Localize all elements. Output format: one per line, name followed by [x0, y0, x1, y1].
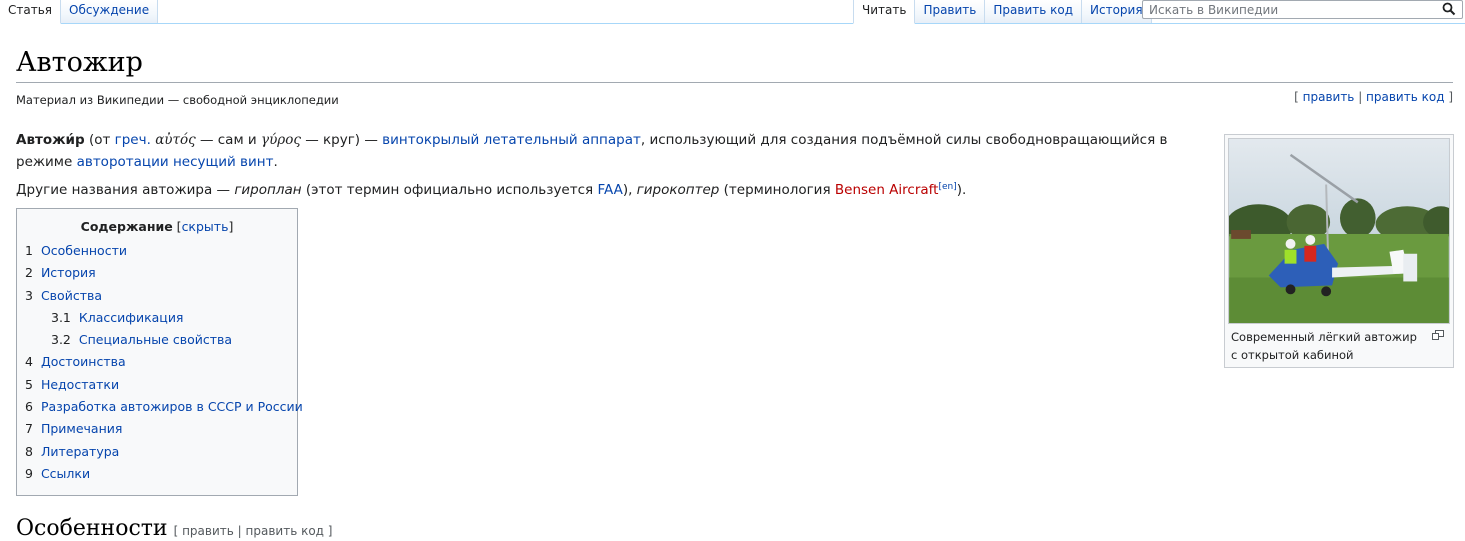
link-interwiki-en[interactable]: [en] — [938, 182, 956, 192]
toc-list: 1 Особенности 2 История 3 Свойства 3.1 Классифи… — [25, 240, 303, 485]
tab-edit-source[interactable]: Править код — [985, 0, 1083, 24]
intro-paragraph-2: Другие названия автожира — гироплан (это… — [16, 182, 967, 198]
toc-item-number: 5 — [25, 376, 33, 392]
link-bensen-aircraft[interactable]: Bensen Aircraft — [835, 182, 939, 198]
toc-item[interactable]: 5 Недостатки — [25, 374, 289, 396]
greek-word-1: αὐτός — [155, 132, 196, 148]
toc-item[interactable]: 6 Разработка автожиров в СССР и России — [25, 396, 303, 418]
toc-item[interactable]: 1 Особенности — [25, 240, 289, 262]
toc-item-number: 9 — [25, 465, 33, 481]
toc-item-number: 8 — [25, 443, 33, 459]
section-edit-links[interactable]: [ править | править код ] — [174, 524, 333, 538]
toc-item-link[interactable]: Классификация — [79, 310, 184, 325]
search-box — [1142, 0, 1463, 19]
search-input[interactable] — [1143, 1, 1433, 18]
toc-item-link[interactable]: Ссылки — [41, 466, 90, 481]
toc-item[interactable]: 7 Примечания — [25, 418, 289, 440]
toc-item-link[interactable]: Достоинства — [41, 354, 126, 369]
tab-read[interactable]: Читать — [853, 0, 916, 24]
toc-item-link[interactable]: Разработка автожиров в СССР и России — [41, 399, 303, 414]
main-content: Автожир Материал из Википедии — свободно… — [0, 24, 1465, 541]
toc-item-link[interactable]: Особенности — [41, 243, 127, 258]
link-greek[interactable]: греч. — [115, 132, 151, 148]
toc-item-number: 7 — [25, 421, 33, 437]
toc-item-number: 3 — [25, 287, 33, 303]
search-icon[interactable] — [1442, 1, 1456, 17]
toc-item-link[interactable]: История — [41, 265, 96, 280]
toc-title: Содержание [скрыть] — [80, 219, 234, 234]
toc-item-number: 1 — [25, 243, 33, 258]
autogyro-photo[interactable] — [1228, 138, 1450, 324]
toc-item-link[interactable]: Свойства — [41, 288, 102, 303]
title-divider — [16, 82, 1453, 83]
article-intro: Автожи́р (от греч. αὐτός — сам и γύρος —… — [16, 129, 1211, 207]
edit-link[interactable]: править — [1303, 90, 1355, 104]
toc-item[interactable]: 3.2 Специальные свойства — [25, 329, 289, 351]
link-faa[interactable]: FAA — [597, 182, 622, 198]
image-thumbnail: Современный лёгкий автожир с открытой ка… — [1224, 134, 1454, 368]
toc-item-link[interactable]: Литература — [41, 444, 119, 459]
toc-item[interactable]: 3.1 Классификация — [25, 307, 289, 329]
toc-item-link[interactable]: Специальные свойства — [79, 332, 232, 347]
view-tabs: Читать Править Править код История — [853, 0, 1152, 24]
toc-item-link[interactable]: Недостатки — [41, 377, 119, 392]
toc-item-number: 6 — [25, 399, 33, 415]
toc-item[interactable]: 2 История — [25, 262, 289, 284]
image-caption: Современный лёгкий автожир с открытой ка… — [1228, 324, 1450, 364]
toc-item-number: 3.2 — [51, 332, 71, 348]
page-title: Автожир — [16, 47, 143, 78]
toc-toggle-link[interactable]: скрыть — [182, 219, 229, 234]
site-tagline: Материал из Википедии — свободной энцикл… — [16, 93, 339, 107]
page-edit-links: [ править | править код ] — [1294, 90, 1453, 104]
link-autorotation[interactable]: авторотации — [77, 154, 169, 170]
tab-edit[interactable]: Править — [915, 0, 986, 24]
toc-item-number: 2 — [25, 265, 33, 281]
toc-item[interactable]: 8 Литература — [25, 441, 289, 463]
toc-item-number: 4 — [25, 354, 33, 370]
edit-source-link[interactable]: править код — [1366, 90, 1444, 104]
tab-discussion[interactable]: Обсуждение — [61, 0, 159, 24]
tab-article[interactable]: Статья — [0, 0, 62, 24]
toc-item[interactable]: 9 Ссылки — [25, 463, 289, 485]
toc-item-link[interactable]: Примечания — [41, 421, 122, 436]
toc-item-number: 3.1 — [51, 309, 71, 325]
term-bold: Автожи́р — [16, 132, 85, 148]
toc-item[interactable]: 3 Свойства — [25, 285, 289, 307]
toc-item[interactable]: 4 Достоинства — [25, 351, 289, 373]
namespace-tabs: Статья Обсуждение — [0, 0, 159, 24]
section-heading: Особенности[ править | править код ] — [16, 516, 333, 541]
intro-paragraph-1: Автожи́р (от греч. αὐτός — сам и γύρος —… — [16, 132, 1168, 170]
table-of-contents: Содержание [скрыть] 1 Особенности 2 История… — [16, 208, 303, 496]
link-rotorcraft[interactable]: винтокрылый летательный аппарат — [382, 132, 641, 148]
greek-word-2: γύρος — [261, 132, 301, 148]
top-navigation: Статья Обсуждение Читать Править Править… — [0, 0, 1465, 24]
link-main-rotor[interactable]: несущий винт — [173, 154, 274, 170]
magnify-icon[interactable] — [1432, 330, 1444, 340]
